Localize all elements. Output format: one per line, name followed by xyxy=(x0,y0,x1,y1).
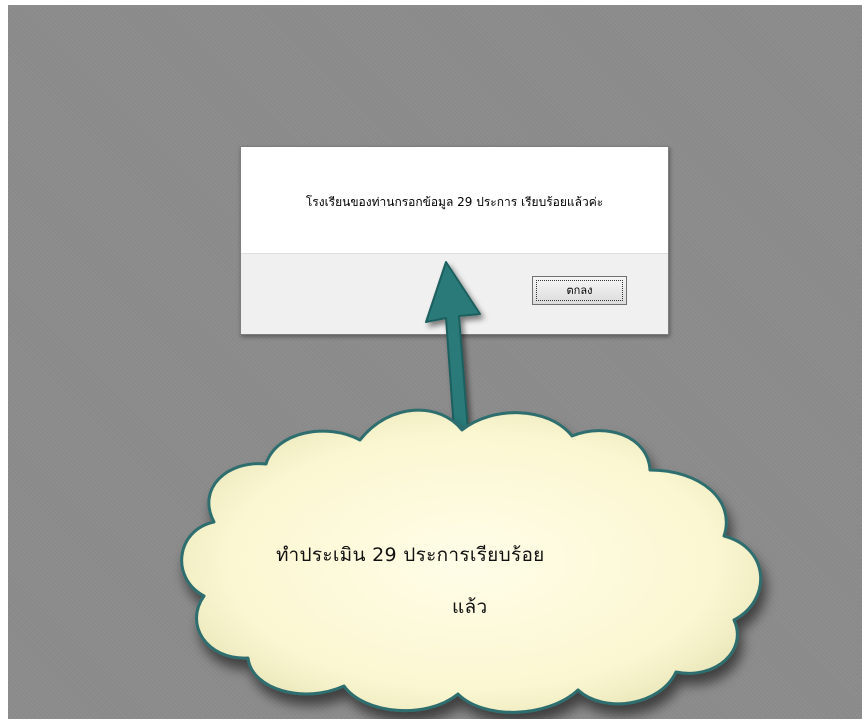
callout-text-line1: ทำประเมิน 29 ประการเรียบร้อย xyxy=(276,544,545,566)
callout-text-line2: แล้ว xyxy=(452,596,488,618)
annotation-callout xyxy=(180,261,762,714)
